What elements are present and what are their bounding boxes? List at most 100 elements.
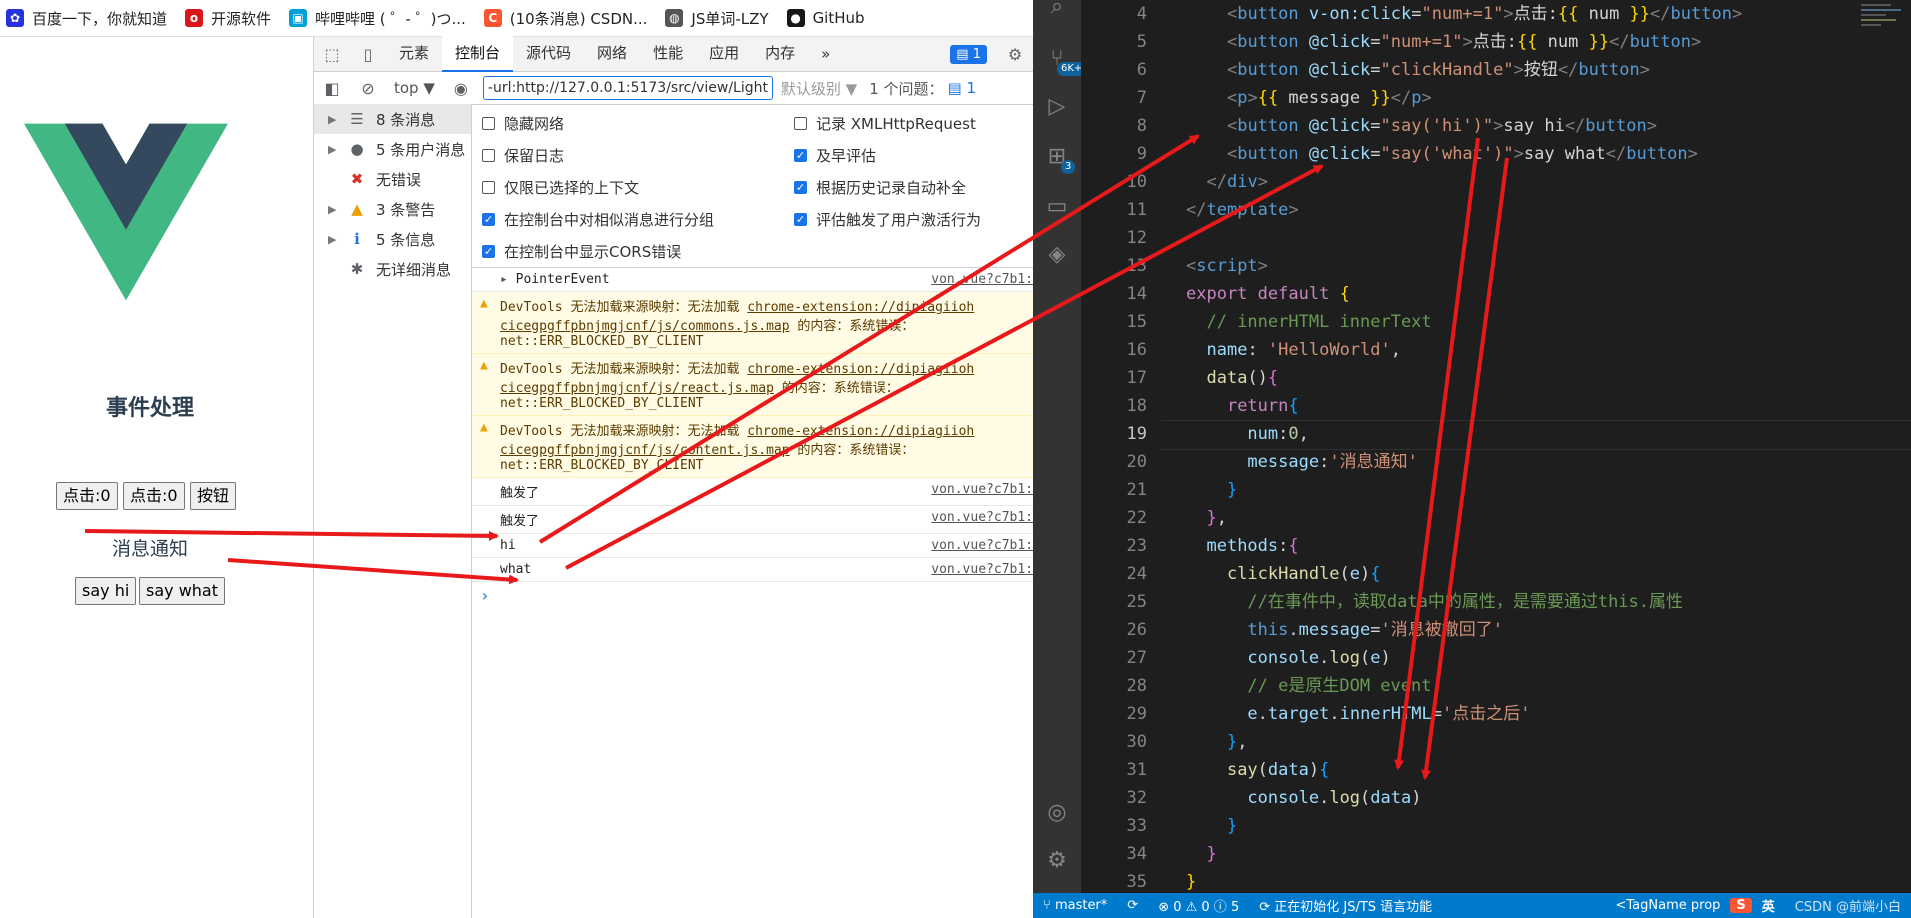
setting-checkbox[interactable]: 隐藏网络 xyxy=(482,113,564,134)
issues-count[interactable]: ▤ 1 xyxy=(948,79,977,97)
eye-icon[interactable]: ◉ xyxy=(443,79,479,98)
devtools-tab-0[interactable]: 元素 xyxy=(386,36,442,70)
setting-checkbox[interactable]: ✓ 根据历史记录自动补全 xyxy=(794,177,966,198)
setting-checkbox[interactable]: ✓ 评估触发了用户激活行为 xyxy=(794,209,981,230)
warning-link[interactable]: chrome-extension://dipiagiioh xyxy=(747,362,974,377)
setting-checkbox[interactable]: ✓ 及早评估 xyxy=(794,145,876,166)
line-number: 15 xyxy=(1126,312,1147,332)
checkbox-checked-icon[interactable]: ✓ xyxy=(482,213,495,226)
sync-icon[interactable]: ⟳ xyxy=(1117,898,1148,913)
log-text: 触发了 xyxy=(500,486,540,501)
setting-checkbox[interactable]: ✓ 在控制台中显示CORS错误 xyxy=(482,241,681,262)
inspect-icon[interactable]: ⬚ xyxy=(314,45,350,64)
console-prompt[interactable]: › xyxy=(472,582,1033,609)
expand-arrow-icon[interactable]: ▶ xyxy=(328,143,344,156)
bookmark-3[interactable]: C (10条消息) CSDN... xyxy=(478,8,660,29)
checkbox-unchecked-icon[interactable] xyxy=(794,117,807,130)
line-number: 28 xyxy=(1126,676,1147,696)
console-toolbar: ◧ ⊘ top ▼ ◉ 默认级别 ▼ 1 个问题： ▤ 1 xyxy=(314,72,1033,105)
click-handle-button[interactable]: 按钮 xyxy=(190,482,237,510)
warning-link[interactable]: chrome-extension://dipiagiioh xyxy=(747,300,974,315)
devtools-tab-2[interactable]: 源代码 xyxy=(513,36,584,70)
checkbox-unchecked-icon[interactable] xyxy=(482,181,495,194)
run-debug-icon[interactable]: ▷ xyxy=(1033,94,1081,119)
bookmark-1[interactable]: o 开源软件 xyxy=(179,8,283,29)
issues-label[interactable]: 1 个问题： xyxy=(865,78,947,99)
devtools-tab-3[interactable]: 网络 xyxy=(584,36,640,70)
setting-label: 保留日志 xyxy=(504,147,565,165)
search-icon[interactable]: ⌕ xyxy=(1033,0,1081,19)
context-select[interactable]: top ▼ xyxy=(386,79,443,97)
count-button-2[interactable]: 点击:0 xyxy=(123,482,185,510)
bookmark-5[interactable]: ● GitHub xyxy=(781,9,877,27)
log-source-link[interactable]: von.vue?c7b1: xyxy=(931,482,1033,497)
account-icon[interactable]: ◎ xyxy=(1033,800,1081,825)
bookmark-0[interactable]: ✿ 百度一下，你就知道 xyxy=(0,8,179,29)
issues-badge[interactable]: ▤ 1 xyxy=(950,44,987,64)
log-source-link[interactable]: von.vue?c7b1: xyxy=(931,538,1033,553)
bookmark-4[interactable]: ◍ JS单词-LZY xyxy=(659,8,780,29)
setting-checkbox[interactable]: 记录 XMLHttpRequest xyxy=(794,113,976,134)
warning-link[interactable]: cicegpgffpbnjmgjcnf/js/commons.js.map xyxy=(500,319,790,334)
minimap[interactable] xyxy=(1851,0,1911,60)
setting-checkbox[interactable]: ✓ 在控制台中对相似消息进行分组 xyxy=(482,209,714,230)
console-filter-input[interactable] xyxy=(482,76,773,100)
tagname-status[interactable]: <TagName prop xyxy=(1606,898,1731,913)
checkbox-unchecked-icon[interactable] xyxy=(482,149,495,162)
bookmark-2[interactable]: ▣ 哔哩哔哩 ( ゜- ゜)つ... xyxy=(283,8,478,29)
console-sidebar-item-4[interactable]: ▶ ℹ 5 条信息 xyxy=(314,224,471,254)
devtools-tab-1[interactable]: 控制台 xyxy=(442,36,514,72)
sidebar-toggle-icon[interactable]: ◧ xyxy=(314,79,350,98)
log-source-link[interactable]: von.vue?c7b1: xyxy=(931,510,1033,525)
expand-arrow-icon[interactable]: ▶ xyxy=(328,233,344,246)
devtools-tab-4[interactable]: 性能 xyxy=(640,36,696,70)
warning-link[interactable]: cicegpgffpbnjmgjcnf/js/react.js.map xyxy=(500,381,774,396)
layers-icon[interactable]: ◈ xyxy=(1033,242,1081,267)
settings-gear-icon[interactable]: ⚙ xyxy=(997,45,1033,64)
console-sidebar-item-1[interactable]: ▶ ● 5 条用户消息 xyxy=(314,134,471,164)
warning-icon: ▲ xyxy=(480,296,488,311)
problems-indicator[interactable]: ⊗ 0 ⚠ 0 ⓘ 5 xyxy=(1148,896,1249,915)
count-button-1[interactable]: 点击:0 xyxy=(56,482,118,510)
expand-arrow-icon[interactable]: ▶ xyxy=(328,203,344,216)
more-tabs-button[interactable]: » xyxy=(808,37,843,71)
checkbox-checked-icon[interactable]: ✓ xyxy=(482,245,495,258)
log-pointer-event[interactable]: ▸ PointerEvent von.vue?c7b1: xyxy=(472,268,1033,292)
checkbox-checked-icon[interactable]: ✓ xyxy=(794,149,807,162)
setting-checkbox[interactable]: 保留日志 xyxy=(482,145,564,166)
checkbox-checked-icon[interactable]: ✓ xyxy=(794,181,807,194)
console-sidebar-item-3[interactable]: ▶ ▲ 3 条警告 xyxy=(314,194,471,224)
checkbox-unchecked-icon[interactable] xyxy=(482,117,495,130)
devtools-tab-6[interactable]: 内存 xyxy=(752,36,808,70)
log-text: 触发了 xyxy=(500,514,540,529)
log-level-select[interactable]: 默认级别 ▼ xyxy=(773,78,865,99)
error-icon: ✖ xyxy=(350,170,364,188)
warning-link[interactable]: chrome-extension://dipiagiioh xyxy=(747,424,974,439)
console-sidebar-item-2[interactable]: ✖ 无错误 xyxy=(314,164,471,194)
line-number: 14 xyxy=(1126,284,1147,304)
manage-gear-icon[interactable]: ⚙ xyxy=(1033,848,1081,873)
checkbox-checked-icon[interactable]: ✓ xyxy=(794,213,807,226)
explorer-folder-icon[interactable]: ▭ xyxy=(1033,194,1081,219)
device-toggle-icon[interactable]: ▯ xyxy=(350,45,386,64)
bilibili-icon: ▣ xyxy=(289,9,308,27)
warning-link[interactable]: cicegpgffpbnjmgjcnf/js/content.js.map xyxy=(500,443,790,458)
console-sidebar-item-5[interactable]: ✱ 无详细消息 xyxy=(314,254,471,284)
console-sidebar-item-0[interactable]: ▶ ☰ 8 条消息 xyxy=(314,104,471,134)
setting-checkbox[interactable]: 仅限已选择的上下文 xyxy=(482,177,639,198)
line-number: 34 xyxy=(1126,844,1147,864)
ime-mode[interactable]: 英 xyxy=(1752,896,1785,915)
log-source-link[interactable]: von.vue?c7b1: xyxy=(931,272,1033,287)
log-source-link[interactable]: von.vue?c7b1: xyxy=(931,562,1033,577)
branch-indicator[interactable]: ⑂ master* xyxy=(1033,898,1117,913)
line-number: 10 xyxy=(1126,172,1147,192)
devtools-tab-5[interactable]: 应用 xyxy=(696,36,752,70)
clear-console-icon[interactable]: ⊘ xyxy=(350,79,386,98)
say-hi-button[interactable]: say hi xyxy=(75,577,137,605)
sogou-ime-icon[interactable]: S xyxy=(1730,898,1752,913)
paw-icon: ✿ xyxy=(6,9,24,27)
expand-arrow-icon[interactable]: ▶ xyxy=(328,113,344,126)
say-what-button[interactable]: say what xyxy=(139,577,225,605)
code-editor[interactable]: 4 5 6 7 8 9 10 11 12 13 14 15 16 17 18 19 20 21 22 23 24 25 26… xyxy=(1081,0,1911,893)
code-line: this.message='消息被撤回了' xyxy=(1247,620,1504,640)
